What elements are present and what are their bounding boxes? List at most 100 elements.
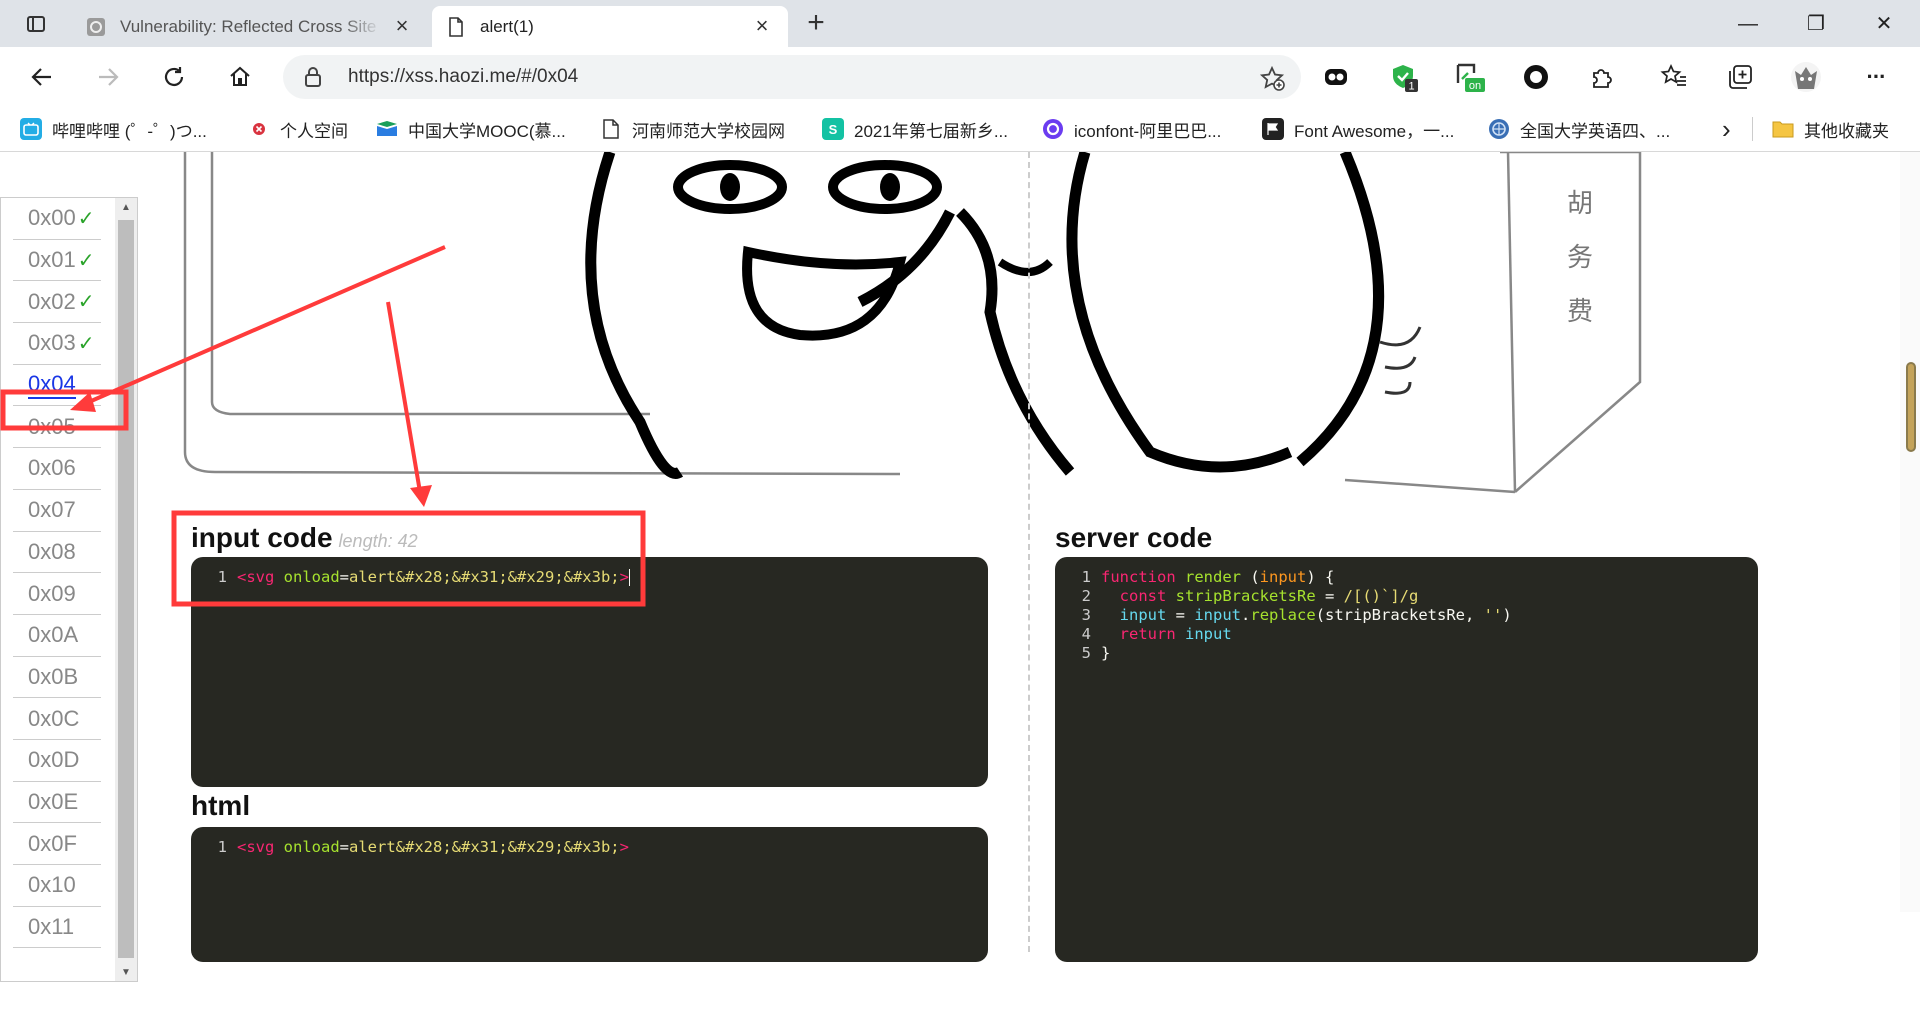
url-text[interactable]: https://xss.haozi.me/#/0x04 [348, 66, 578, 88]
bookmark-xinxiang[interactable]: S 2021年第七届新乡... [822, 115, 1008, 143]
level-label: 0x02 [28, 288, 76, 314]
sign-char: 费 [1567, 297, 1593, 327]
address-bar[interactable]: https://xss.haozi.me/#/0x04 [283, 55, 1301, 99]
bilibili-icon [20, 118, 42, 140]
level-item-0x11[interactable]: 0x11 [13, 907, 101, 949]
restore-button[interactable]: ❐ [1788, 8, 1844, 40]
level-item-0x0d[interactable]: 0x0D [13, 740, 101, 782]
cet-icon [1488, 118, 1510, 140]
level-label: 0x07 [28, 497, 76, 523]
tab-strip: Vulnerability: Reflected Cross Site Scri… [0, 0, 1920, 47]
bookmark-label: 哔哩哔哩 (゜-゜)つ... [52, 121, 207, 141]
level-item-0x02[interactable]: 0x02 ✓ [13, 281, 101, 324]
input-code-editor[interactable]: 1 <svg onload=alert&#x28;&#x31;&#x29;&#x3… [191, 557, 988, 787]
minimize-button[interactable]: — [1720, 8, 1776, 40]
text-caret [628, 569, 630, 586]
favorites-button[interactable] [1656, 59, 1692, 95]
level-item-0x0b[interactable]: 0x0B [13, 657, 101, 699]
server-code-heading: server code [1055, 522, 1213, 553]
record-extension-icon [1524, 65, 1548, 89]
new-tab-button[interactable]: + [800, 8, 832, 40]
server-code-lines: 1 function render (input) {2 const stripB… [1055, 568, 1758, 663]
level-item-0x08[interactable]: 0x08 [13, 532, 101, 574]
tab-alert[interactable]: alert(1) × [432, 6, 788, 47]
back-button[interactable] [22, 57, 62, 97]
page-scrollbar-thumb[interactable] [1906, 362, 1916, 452]
tab-title: alert(1) [480, 16, 534, 36]
collections-button[interactable] [1722, 59, 1758, 95]
level-item-0x05[interactable]: 0x05 [13, 406, 101, 449]
dvwa-favicon-icon [87, 17, 105, 36]
level-label: 0x00 [28, 205, 76, 231]
level-item-0x0c[interactable]: 0x0C [13, 698, 101, 740]
bookmark-cet[interactable]: 全国大学英语四、... [1488, 115, 1670, 143]
level-item-0x07[interactable]: 0x07 [13, 490, 101, 532]
bookmark-bilibili[interactable]: 哔哩哔哩 (゜-゜)つ... [20, 115, 207, 143]
level-item-0x0a[interactable]: 0x0A [13, 615, 101, 657]
tab-close-icon[interactable]: × [390, 14, 414, 39]
profile-button[interactable] [1788, 59, 1824, 95]
bookmark-font-awesome[interactable]: Font Awesome，一... [1262, 115, 1454, 143]
level-list-scrollbar-thumb[interactable] [118, 220, 134, 958]
forward-arrow-icon [99, 68, 119, 86]
level-list-scrollbar[interactable]: ▲ ▼ [115, 198, 137, 981]
page-scrollbar-track[interactable] [1900, 152, 1920, 912]
home-button[interactable] [220, 57, 260, 97]
iconfont-icon [1042, 118, 1064, 140]
level-label: 0x11 [28, 914, 75, 940]
tab-actions-button[interactable] [16, 9, 56, 39]
code-line: 5} [1055, 644, 1758, 663]
bookmarks-overflow-button[interactable]: › [1722, 114, 1731, 144]
shield-extension-button[interactable]: 1 [1386, 59, 1422, 95]
mooc-icon [376, 118, 398, 140]
code-token: ) [1502, 606, 1512, 624]
bookmark-campus-network[interactable]: 河南师范大学校园网 [600, 115, 785, 143]
tab-title: Vulnerability: Reflected Cross Site Scri… [120, 16, 382, 36]
tab-close-icon[interactable]: × [750, 14, 774, 39]
scroll-up-arrow-icon[interactable]: ▲ [115, 198, 137, 218]
column-divider [1028, 152, 1030, 952]
page-content: 胡 务 费 0x00 ✓ 0x01 ✓ 0x02 ✓ 0x03 ✓ 0x04 0x05 0x06 0x… [0, 152, 1920, 1020]
extensions-button[interactable] [1584, 59, 1620, 95]
reload-button[interactable] [154, 57, 194, 97]
level-item-0x06[interactable]: 0x06 [13, 448, 101, 490]
collections-icon [1729, 65, 1752, 89]
shield-extension-icon: 1 [1393, 65, 1418, 92]
level-item-0x03[interactable]: 0x03 ✓ [13, 323, 101, 365]
extension-button[interactable] [1318, 59, 1354, 95]
level-label: 0x0D [28, 747, 80, 773]
level-item-0x09[interactable]: 0x09 [13, 573, 101, 615]
level-item-0x00[interactable]: 0x00 ✓ [13, 198, 101, 240]
bookmark-personal-space[interactable]: 个人空间 [248, 115, 348, 143]
code-token: = [339, 568, 350, 586]
other-bookmarks-folder[interactable]: 其他收藏夹 [1772, 115, 1889, 143]
code-token: = [1315, 587, 1344, 605]
server-code-box: 1 function render (input) {2 const stripB… [1055, 557, 1758, 962]
level-list[interactable]: 0x00 ✓ 0x01 ✓ 0x02 ✓ 0x03 ✓ 0x04 0x05 0x06 0x07 0x08… [0, 197, 138, 982]
level-item-0x0e[interactable]: 0x0E [13, 782, 101, 824]
forward-button[interactable] [88, 57, 128, 97]
record-extension-button[interactable] [1518, 59, 1554, 95]
level-item-0x10[interactable]: 0x10 [13, 865, 101, 907]
reload-icon [164, 67, 184, 86]
page-scrollbar[interactable] [1900, 152, 1920, 1020]
level-item-0x01[interactable]: 0x01 ✓ [13, 240, 101, 282]
close-window-button[interactable]: ✕ [1856, 8, 1912, 40]
bookmark-iconfont[interactable]: iconfont-阿里巴巴... [1042, 115, 1221, 143]
toggle-badge: on [1469, 80, 1481, 92]
level-item-0x04[interactable]: 0x04 [13, 365, 101, 407]
scroll-down-arrow-icon[interactable]: ▼ [115, 963, 137, 981]
bookmark-mooc[interactable]: 中国大学MOOC(慕... [376, 115, 566, 143]
toggle-extension-button[interactable]: on [1452, 59, 1488, 95]
solved-check-icon: ✓ [77, 291, 95, 314]
page-icon [600, 118, 622, 140]
add-favorite-icon[interactable] [1259, 65, 1285, 91]
favorites-icon [1660, 63, 1686, 86]
input-code-lines[interactable]: 1 <svg onload=alert&#x28;&#x31;&#x29;&#x3… [191, 568, 988, 587]
more-menu-button[interactable]: ··· [1858, 59, 1894, 95]
home-icon [230, 66, 250, 86]
more-menu-icon: ··· [1866, 64, 1887, 89]
bookmarks-divider [1752, 117, 1753, 141]
level-item-0x0f[interactable]: 0x0F [13, 823, 101, 865]
tab-dvwa[interactable]: Vulnerability: Reflected Cross Site Scri… [72, 6, 428, 47]
